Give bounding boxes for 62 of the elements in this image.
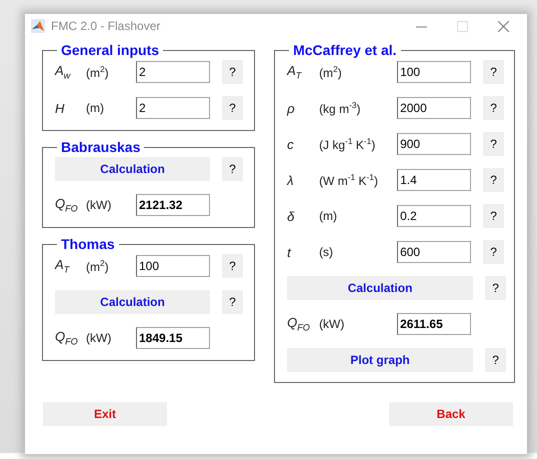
input-field[interactable]: 0.2	[397, 205, 472, 227]
app-icon	[31, 19, 45, 33]
input-field[interactable]: 600	[397, 241, 472, 263]
unit-label: (s)	[319, 245, 334, 259]
result-field[interactable]: 2121.32	[136, 194, 210, 216]
symbol-label: c	[287, 136, 295, 152]
footer-button[interactable]: Exit	[43, 402, 167, 426]
help-button[interactable]: ?	[485, 276, 506, 300]
close-icon[interactable]	[498, 20, 509, 32]
unit-label: (J kg$^{-1}$ K$^{-1}$)	[319, 136, 376, 152]
symbol-label: δ	[287, 208, 296, 224]
input-field[interactable]: 100	[136, 255, 210, 277]
group-title: McCaffrey et al.	[292, 42, 398, 58]
help-button[interactable]: ?	[483, 60, 504, 84]
help-button[interactable]: ?	[222, 254, 243, 278]
unit-label: (kW)	[86, 331, 112, 345]
action-button[interactable]: Calculation	[55, 290, 210, 314]
input-field[interactable]: 900	[397, 133, 472, 155]
help-button[interactable]: ?	[483, 168, 504, 192]
unit-label: (m$^{2}$)	[319, 64, 343, 80]
help-button[interactable]: ?	[222, 157, 243, 181]
input-field[interactable]: 2000	[397, 97, 472, 119]
group-title: General inputs	[60, 42, 160, 58]
result-field[interactable]: 2611.65	[397, 313, 472, 335]
help-button[interactable]: ?	[483, 240, 504, 264]
help-button[interactable]: ?	[483, 132, 504, 156]
unit-label: (m$^{2}$)	[86, 64, 110, 80]
help-button[interactable]: ?	[483, 96, 504, 120]
symbol-label: Q$_{FO}$	[55, 196, 79, 214]
help-button[interactable]: ?	[483, 204, 504, 228]
input-field[interactable]: 100	[397, 61, 472, 83]
action-button[interactable]: Plot graph	[287, 348, 474, 372]
help-button[interactable]: ?	[222, 290, 243, 314]
symbol-label: Q$_{FO}$	[55, 329, 79, 347]
result-field[interactable]: 1849.15	[136, 327, 210, 349]
unit-label: (m$^{2}$)	[86, 258, 110, 274]
unit-label: (kg m$^{-3}$)	[319, 100, 362, 116]
unit-label: (m)	[86, 101, 105, 115]
footer-button[interactable]: Back	[389, 402, 513, 426]
action-button[interactable]: Calculation	[55, 157, 210, 181]
group-title: Babrauskas	[60, 139, 142, 155]
input-field[interactable]: 1.4	[397, 169, 472, 191]
symbol-label: Q$_{FO}$	[287, 315, 311, 333]
help-button[interactable]: ?	[222, 96, 243, 120]
symbol-label: H	[55, 100, 66, 116]
symbol-label: t	[287, 244, 292, 260]
symbol-label: A$_{T}$	[55, 257, 71, 275]
symbol-label: λ	[287, 172, 294, 188]
input-field[interactable]: 2	[136, 61, 210, 83]
action-button[interactable]: Calculation	[287, 276, 474, 300]
symbol-label: A$_{w}$	[55, 63, 72, 81]
window-title: FMC 2.0 - Flashover	[51, 19, 162, 33]
unit-label: (m)	[319, 209, 338, 223]
symbol-label: A$_{T}$	[287, 63, 303, 81]
unit-label: (W m$^{-1}$ K$^{-1}$)	[319, 172, 379, 188]
unit-label: (kW)	[319, 317, 346, 331]
symbol-label: ρ	[287, 100, 296, 116]
help-button[interactable]: ?	[485, 348, 506, 372]
help-button[interactable]: ?	[222, 60, 243, 84]
input-field[interactable]: 2	[136, 97, 210, 119]
group-title: Thomas	[60, 236, 116, 252]
unit-label: (kW)	[86, 198, 112, 212]
